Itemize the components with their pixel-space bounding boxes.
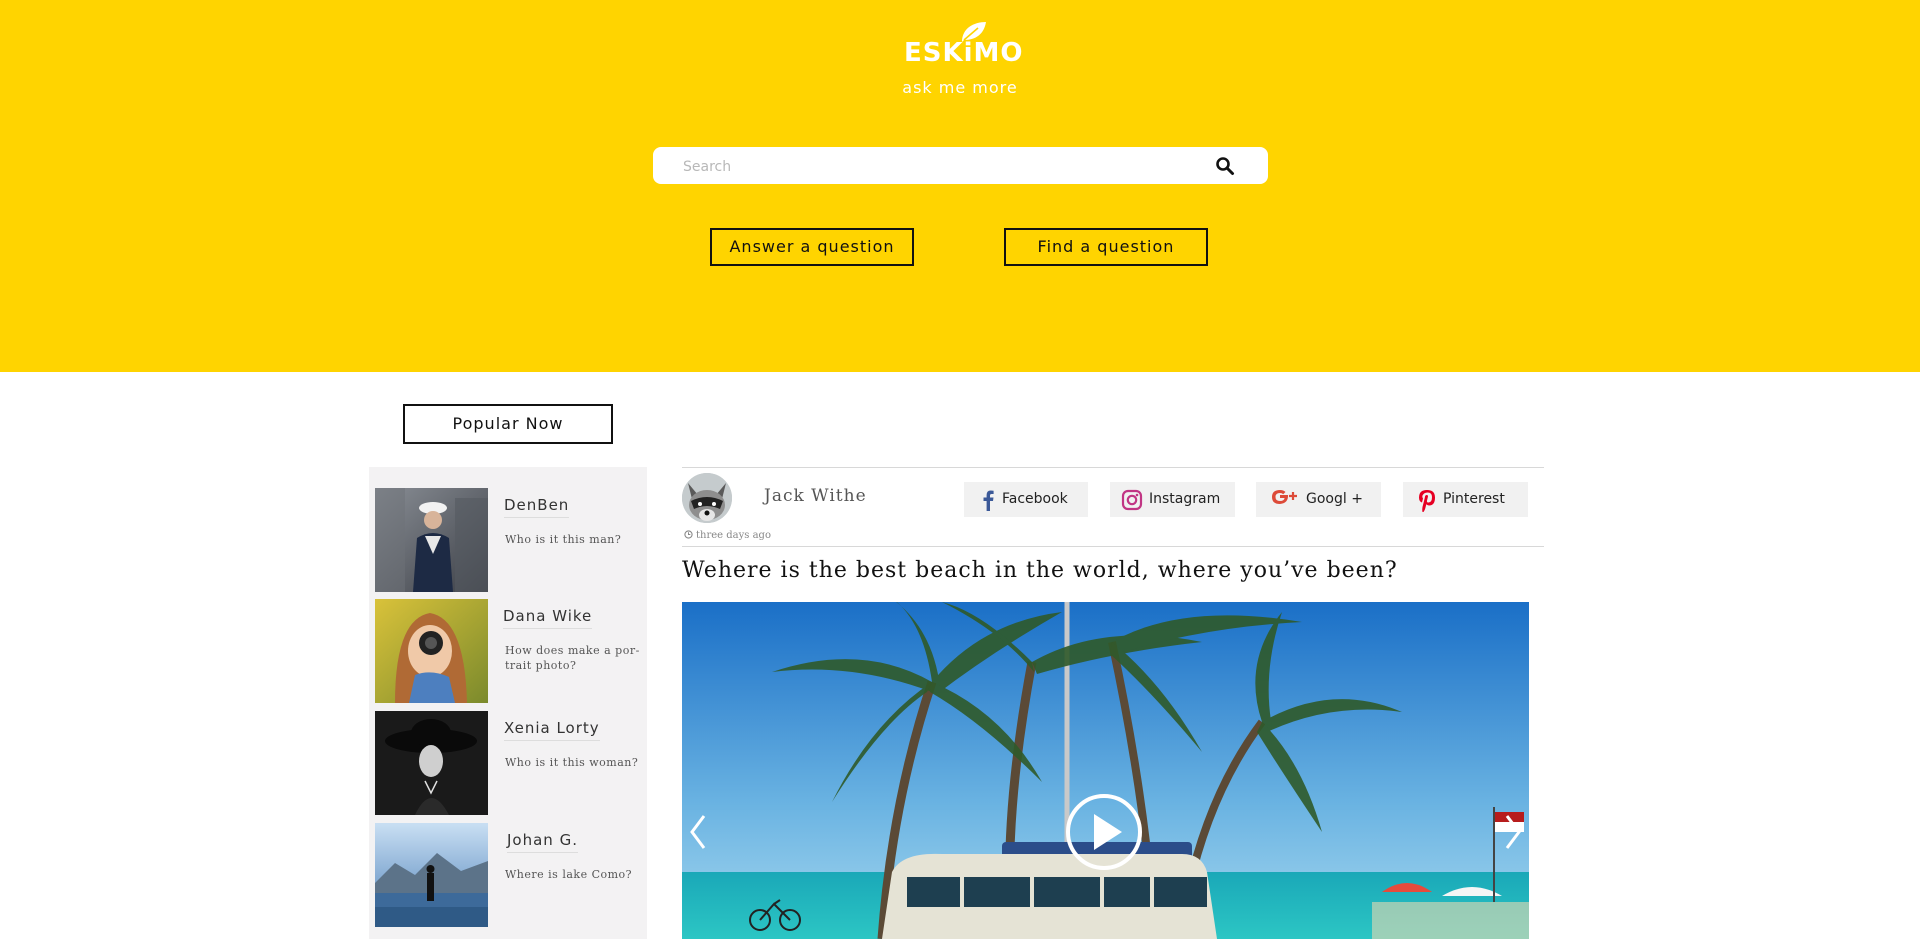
play-icon[interactable] <box>1064 792 1144 872</box>
facebook-label: Facebook <box>1002 491 1068 507</box>
facebook-share-button[interactable]: Facebook <box>964 482 1088 517</box>
hero-header: ESKiMO ask me more Answer a question Fin… <box>0 0 1920 372</box>
sidebar-item-name[interactable]: DenBen <box>504 496 570 518</box>
raccoon-avatar-icon <box>682 473 732 523</box>
post-title[interactable]: Wehere is the best beach in the world, w… <box>682 558 1398 583</box>
pinterest-label: Pinterest <box>1443 491 1505 507</box>
pinterest-icon <box>1419 490 1435 512</box>
post-author[interactable]: Jack Withe <box>764 486 867 506</box>
sidebar-item-xenia-lorty[interactable]: Xenia Lorty Who is it this woman? <box>375 711 643 815</box>
popular-sidebar: DenBen Who is it this man? Dana Wike How… <box>369 467 647 939</box>
logo[interactable]: ESKiMO <box>904 20 1024 70</box>
pinterest-share-button[interactable]: Pinterest <box>1403 482 1528 517</box>
search-bar <box>653 147 1268 186</box>
logo-text: ESKiMO <box>904 38 1024 68</box>
tagline: ask me more <box>902 78 1018 97</box>
sidebar-item-question[interactable]: How does make a por-trait photo? <box>505 643 640 673</box>
google-plus-share-button[interactable]: Googl + <box>1256 482 1381 517</box>
divider <box>682 467 1544 468</box>
facebook-icon <box>983 490 994 511</box>
user-photo <box>375 823 488 927</box>
post-media-video[interactable] <box>682 602 1529 939</box>
sidebar-item-question[interactable]: Where is lake Como? <box>505 867 640 882</box>
clock-icon <box>684 530 693 539</box>
user-photo <box>375 599 488 703</box>
sidebar-item-name[interactable]: Dana Wike <box>503 607 593 629</box>
google-plus-icon <box>1272 490 1297 504</box>
instagram-share-button[interactable]: Instagram <box>1110 482 1235 517</box>
find-question-button[interactable]: Find a question <box>1004 228 1208 266</box>
search-input[interactable] <box>681 147 1205 186</box>
avatar[interactable] <box>682 473 732 523</box>
user-photo <box>375 488 488 592</box>
sidebar-item-name[interactable]: Johan G. <box>507 831 578 853</box>
beach-photo <box>682 602 1529 939</box>
sidebar-item-dana-wike[interactable]: Dana Wike How does make a por-trait phot… <box>375 599 643 703</box>
sidebar-item-question[interactable]: Who is it this man? <box>505 532 640 547</box>
chevron-right-icon[interactable] <box>1501 812 1525 852</box>
sidebar-item-question[interactable]: Who is it this woman? <box>505 755 640 770</box>
google-plus-label: Googl + <box>1306 491 1363 507</box>
chevron-left-icon[interactable] <box>686 812 710 852</box>
popular-now-button[interactable]: Popular Now <box>403 404 613 444</box>
instagram-label: Instagram <box>1149 491 1221 507</box>
sidebar-item-name[interactable]: Xenia Lorty <box>504 719 600 741</box>
post-time: three days ago <box>684 530 771 541</box>
answer-question-button[interactable]: Answer a question <box>710 228 914 266</box>
sidebar-item-johan-g[interactable]: Johan G. Where is lake Como? <box>375 823 643 927</box>
search-icon[interactable] <box>1215 156 1235 176</box>
divider <box>682 546 1544 547</box>
sidebar-item-denben[interactable]: DenBen Who is it this man? <box>375 488 643 592</box>
user-photo <box>375 711 488 815</box>
post-time-text: three days ago <box>696 530 771 541</box>
instagram-icon <box>1121 489 1143 511</box>
